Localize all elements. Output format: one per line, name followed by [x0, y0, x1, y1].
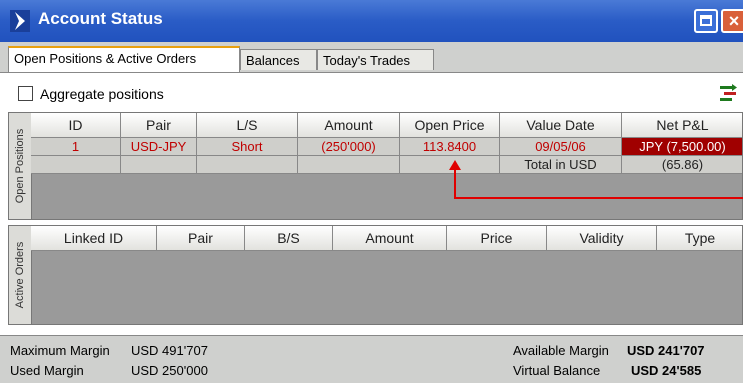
col-header-ls[interactable]: L/S	[197, 113, 298, 138]
title-bar[interactable]: Account Status ×	[0, 0, 743, 42]
total-row-cell	[121, 156, 197, 174]
tab-open-positions[interactable]: Open Positions & Active Orders	[8, 46, 240, 72]
tab-balances[interactable]: Balances	[240, 49, 317, 70]
col-header-type[interactable]: Type	[657, 226, 742, 251]
total-value: (65.86)	[622, 156, 742, 174]
table-row-cell-pair[interactable]: USD-JPY	[121, 138, 197, 156]
close-icon[interactable]: ×	[721, 9, 743, 33]
table-row-cell-amount[interactable]: (250'000)	[298, 138, 400, 156]
available-margin-label: Available Margin	[513, 343, 609, 358]
aggregate-label: Aggregate positions	[40, 86, 164, 102]
active-orders-side-label: Active Orders	[9, 226, 32, 324]
col-header-linked-id[interactable]: Linked ID	[31, 226, 157, 251]
aggregate-settings-icon[interactable]	[718, 83, 738, 103]
total-row-cell	[298, 156, 400, 174]
col-header-net-pnl[interactable]: Net P&L	[622, 113, 742, 138]
table-row-cell-net-pnl[interactable]: JPY (7,500.00)	[622, 138, 742, 156]
col-header-amount[interactable]: Amount	[333, 226, 447, 251]
col-header-price[interactable]: Price	[447, 226, 547, 251]
aggregate-checkbox[interactable]	[18, 86, 33, 101]
virtual-balance-value: USD 24'585	[631, 363, 702, 378]
total-row-cell	[197, 156, 298, 174]
tab-todays-trades[interactable]: Today's Trades	[317, 49, 434, 70]
available-margin-value: USD 241'707	[627, 343, 705, 358]
account-status-window: Account Status × Open Positions & Active…	[0, 0, 743, 383]
col-header-validity[interactable]: Validity	[547, 226, 657, 251]
col-header-pair[interactable]: Pair	[157, 226, 245, 251]
table-row-cell-value-date[interactable]: 09/05/06	[500, 138, 622, 156]
open-positions-panel: Open Positions ID Pair L/S Amount Open P…	[8, 112, 743, 220]
col-header-id[interactable]: ID	[31, 113, 121, 138]
virtual-balance-label: Virtual Balance	[513, 363, 601, 378]
col-header-pair[interactable]: Pair	[121, 113, 197, 138]
total-label: Total in USD	[500, 156, 622, 174]
col-header-open-price[interactable]: Open Price	[400, 113, 500, 138]
used-margin-label: Used Margin	[10, 363, 84, 378]
used-margin-value: USD 250'000	[131, 363, 208, 378]
table-row-cell-open-price[interactable]: 113.8400	[400, 138, 500, 156]
tab-bar: Open Positions & Active Orders Balances …	[0, 44, 743, 72]
col-header-amount[interactable]: Amount	[298, 113, 400, 138]
margin-summary-footer: Maximum Margin USD 491'707 Used Margin U…	[0, 335, 743, 383]
total-row-cell	[400, 156, 500, 174]
total-row-cell	[31, 156, 121, 174]
col-header-value-date[interactable]: Value Date	[500, 113, 622, 138]
col-header-bs[interactable]: B/S	[245, 226, 333, 251]
max-margin-value: USD 491'707	[131, 343, 208, 358]
maximize-icon[interactable]	[694, 9, 718, 33]
max-margin-label: Maximum Margin	[10, 343, 110, 358]
table-row-cell-ls[interactable]: Short	[197, 138, 298, 156]
active-orders-panel: Active Orders Linked ID Pair B/S Amount …	[8, 225, 743, 325]
open-positions-side-label: Open Positions	[9, 113, 32, 219]
app-logo-icon	[10, 10, 30, 32]
window-title: Account Status	[38, 9, 163, 28]
table-row-cell-id[interactable]: 1	[31, 138, 121, 156]
